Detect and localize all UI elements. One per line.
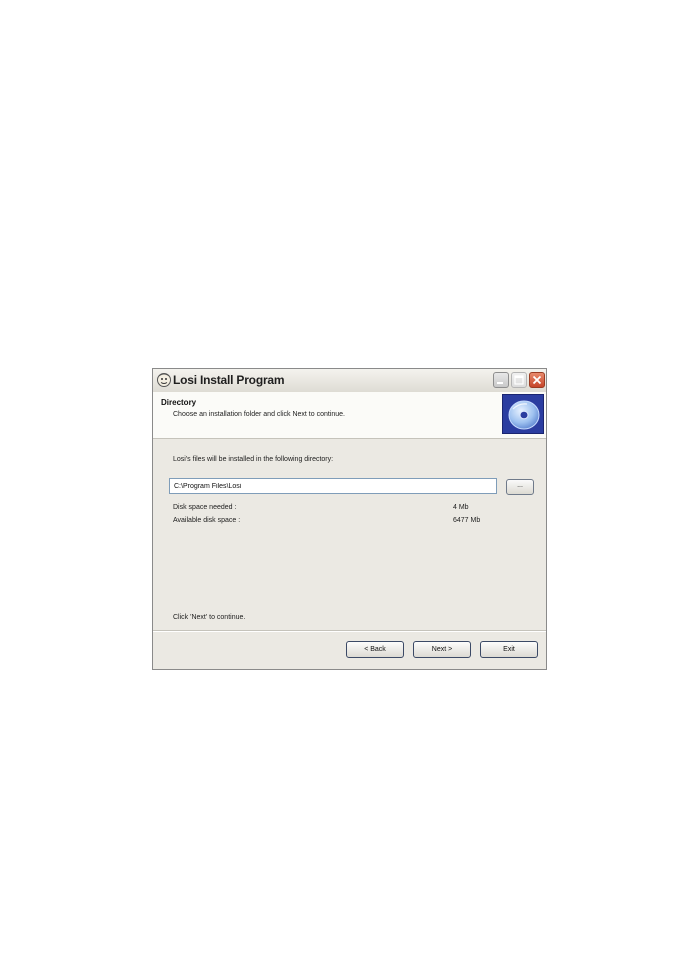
back-button[interactable]: < Back — [346, 641, 404, 658]
installer-window: Losi Install Program Directory Choose an… — [152, 368, 547, 670]
page-subtitle: Choose an installation folder and click … — [173, 411, 345, 418]
space-available-value: 6477 Mb — [453, 517, 481, 524]
app-icon — [156, 372, 172, 388]
close-button[interactable] — [529, 372, 545, 388]
space-needed-value: 4 Mb — [453, 504, 469, 511]
footer-hint: Click 'Next' to continue. — [173, 614, 246, 621]
exit-button[interactable]: Exit — [480, 641, 538, 658]
minimize-button[interactable] — [493, 372, 509, 388]
cd-disc-icon — [508, 400, 540, 430]
next-button[interactable]: Next > — [413, 641, 471, 658]
space-needed-label: Disk space needed : — [173, 504, 237, 511]
space-available-label: Available disk space : — [173, 517, 241, 524]
browse-button[interactable]: ... — [506, 479, 534, 495]
minimize-icon — [497, 382, 503, 384]
title-bar[interactable]: Losi Install Program — [153, 369, 546, 393]
install-path-input[interactable] — [169, 478, 497, 494]
wizard-header: Directory Choose an installation folder … — [153, 392, 546, 439]
window-title: Losi Install Program — [173, 373, 285, 387]
maximize-button[interactable] — [511, 372, 527, 388]
footer-divider — [153, 630, 546, 632]
cd-banner — [502, 394, 544, 434]
maximize-icon — [514, 375, 524, 385]
intro-text: Losi's files will be installed in the fo… — [173, 456, 334, 463]
close-icon — [532, 375, 542, 385]
page-title: Directory — [161, 398, 197, 407]
